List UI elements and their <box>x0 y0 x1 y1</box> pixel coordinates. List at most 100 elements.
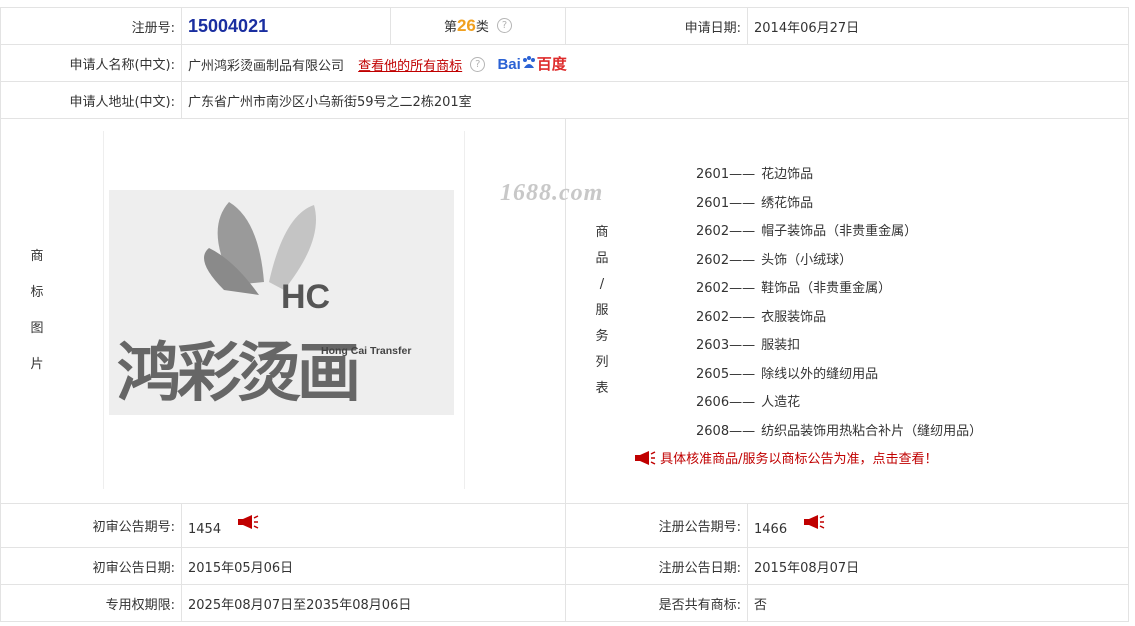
logo-mark-text: HC <box>281 278 330 316</box>
goods-item-sep: —— <box>729 195 756 211</box>
prelim-no-label: 初审公告期号: <box>0 503 182 548</box>
goods-item-code: 2605 <box>696 366 730 382</box>
logo-graphic: HC 鸿彩烫画 Hong Cai Transfer <box>117 202 411 411</box>
term-value: 2025年08月07日至2035年08月06日 <box>181 584 566 622</box>
class-label: 第26类 <box>443 16 489 35</box>
shared-label: 是否共有商标: <box>565 584 748 622</box>
goods-item-code: 2601 <box>696 167 730 182</box>
goods-item-sep: —— <box>729 423 756 439</box>
goods-item: 2602—— 鞋饰品（非贵重金属） <box>696 275 1128 304</box>
megaphone-icon[interactable] <box>803 514 825 529</box>
goods-item-name: 纺织品装饰用热粘合补片（缝纫用品） <box>761 423 983 439</box>
goods-item-code: 2602 <box>696 252 730 268</box>
row-dates: 初审公告日期: 2015年05月06日 注册公告日期: 2015年08月07日 <box>0 547 1129 585</box>
image-cell: 商标图片 HC 鸿彩烫画 Hong Cai Transfer <box>0 118 566 504</box>
goods-item-code: 2603 <box>696 338 730 353</box>
prelim-date-value: 2015年05月06日 <box>181 547 566 585</box>
goods-label-char: 服 <box>595 303 609 318</box>
shared-value: 否 <box>747 584 1129 622</box>
goods-item: 2606—— 人造花 <box>696 389 1128 418</box>
logo-en-text: Hong Cai Transfer <box>321 345 411 357</box>
row-prelim-no: 初审公告期号: 1454 注册公告期号: 1466 <box>0 503 1129 548</box>
goods-item: 2602—— 帽子装饰品（非贵重金属） <box>696 218 1128 247</box>
goods-item-name: 头饰（小绒球） <box>761 252 853 268</box>
goods-item-sep: —— <box>729 338 756 353</box>
trademark-logo-image: HC 鸿彩烫画 Hong Cai Transfer <box>109 190 454 415</box>
view-all-marks-link[interactable]: 查看他的所有商标 <box>358 59 462 74</box>
reg-notice-no-value: 1466 <box>754 521 788 537</box>
reg-no-label: 注册号: <box>0 7 182 45</box>
reg-no-number: 15004021 <box>188 15 269 36</box>
goods-item-sep: —— <box>729 281 756 296</box>
prelim-date-label: 初审公告日期: <box>0 547 182 585</box>
goods-item: 2605—— 除线以外的缝纫用品 <box>696 361 1128 390</box>
reg-notice-no-cell: 1466 <box>747 503 1129 548</box>
goods-item-sep: —— <box>729 309 756 325</box>
goods-label-char: 商 <box>595 225 609 240</box>
applicant-name-cell: 广州鸿彩烫画制品有限公司 查看他的所有商标 ? Bai 百度 <box>181 44 1129 82</box>
goods-item-name: 服装扣 <box>761 338 801 353</box>
image-label: 商标图片 <box>1 119 73 503</box>
apply-date-value: 2014年06月27日 <box>747 7 1129 45</box>
goods-item: 2602—— 衣服装饰品 <box>696 304 1128 333</box>
goods-item-code: 2606 <box>696 395 730 410</box>
goods-item: 2608—— 纺织品装饰用热粘合补片（缝纫用品） <box>696 418 1128 447</box>
class-number: 26 <box>456 16 476 35</box>
goods-label: 商品 / 服务列表 <box>566 119 638 503</box>
baidu-search-icon[interactable]: Bai 百度 <box>497 53 567 74</box>
goods-item-name: 衣服装饰品 <box>761 309 827 325</box>
row-applicant-address: 申请人地址(中文): 广东省广州市南沙区小乌新街59号之二2栋201室 <box>0 81 1129 119</box>
goods-item: 2601—— 绣花饰品 <box>696 190 1128 219</box>
goods-item-name: 绣花饰品 <box>761 195 814 211</box>
row-applicant-name: 申请人名称(中文): 广州鸿彩烫画制品有限公司 查看他的所有商标 ? Bai 百度 <box>0 44 1129 82</box>
reg-date-value: 2015年08月07日 <box>747 547 1129 585</box>
help-icon[interactable]: ? <box>470 56 486 72</box>
row-term: 专用权期限: 2025年08月07日至2035年08月06日 是否共有商标: 否 <box>0 584 1129 622</box>
goods-item-code: 2601 <box>696 195 730 211</box>
applicant-name-label: 申请人名称(中文): <box>0 44 182 82</box>
goods-item-code: 2602 <box>696 309 730 325</box>
goods-item-name: 花边饰品 <box>761 167 814 182</box>
goods-label-char: / <box>599 277 605 292</box>
applicant-name-value: 广州鸿彩烫画制品有限公司 <box>188 58 345 74</box>
goods-item-sep: —— <box>729 224 756 239</box>
goods-label-char: 品 <box>595 251 609 266</box>
applicant-address-value: 广东省广州市南沙区小乌新街59号之二2栋201室 <box>181 81 1129 119</box>
reg-notice-no-label: 注册公告期号: <box>565 503 748 548</box>
image-label-char: 图 <box>30 321 44 336</box>
reg-no-value: 15004021 <box>181 7 391 45</box>
trademark-info-table: 注册号: 15004021 第26类 ? 申请日期: 2014年06月27日 申… <box>0 7 1129 622</box>
goods-item-name: 人造花 <box>761 395 801 410</box>
goods-item-sep: —— <box>729 252 756 268</box>
megaphone-icon[interactable] <box>237 514 259 529</box>
goods-label-char: 表 <box>595 381 609 396</box>
goods-cell: 商品 / 服务列表 2601—— 花边饰品 2601—— 绣花饰品 2602—— 帽子装饰品（… <box>565 118 1129 504</box>
goods-item-code: 2602 <box>696 281 730 296</box>
reg-date-label: 注册公告日期: <box>565 547 748 585</box>
applicant-address-label: 申请人地址(中文): <box>0 81 182 119</box>
goods-list: 2601—— 花边饰品 2601—— 绣花饰品 2602—— 帽子装饰品（非贵重金属） 26… <box>566 161 1128 446</box>
class-cell: 第26类 ? <box>390 7 566 45</box>
goods-label-char: 列 <box>595 355 609 370</box>
prelim-no-value: 1454 <box>188 521 222 537</box>
image-label-char: 标 <box>30 285 44 300</box>
goods-item: 2602—— 头饰（小绒球） <box>696 247 1128 276</box>
goods-item-name: 帽子装饰品（非贵重金属） <box>761 224 918 239</box>
apply-date-label: 申请日期: <box>565 7 748 45</box>
watermark: 1688.com <box>500 180 604 206</box>
help-icon[interactable]: ? <box>497 18 513 33</box>
goods-item: 2603—— 服装扣 <box>696 332 1128 361</box>
row-registration: 注册号: 15004021 第26类 ? 申请日期: 2014年06月27日 <box>0 7 1129 45</box>
goods-item-code: 2608 <box>696 423 730 439</box>
goods-item: 2601—— 花边饰品 <box>696 161 1128 190</box>
goods-label-char: 务 <box>595 329 609 344</box>
goods-list-wrap: 2601—— 花边饰品 2601—— 绣花饰品 2602—— 帽子装饰品（非贵重金属） 26… <box>566 155 1128 467</box>
goods-item-code: 2602 <box>696 224 730 239</box>
goods-item-name: 除线以外的缝纫用品 <box>761 366 879 382</box>
prelim-no-cell: 1454 <box>181 503 566 548</box>
row-image-goods: 商标图片 HC 鸿彩烫画 Hong Cai Transfer 商品 / 服务列表 2… <box>0 118 1129 504</box>
image-label-char: 片 <box>30 357 44 372</box>
goods-notice[interactable]: 具体核准商品/服务以商标公告为准，点击查看！ <box>566 448 1128 467</box>
goods-item-sep: —— <box>729 167 756 182</box>
image-label-char: 商 <box>30 249 44 264</box>
